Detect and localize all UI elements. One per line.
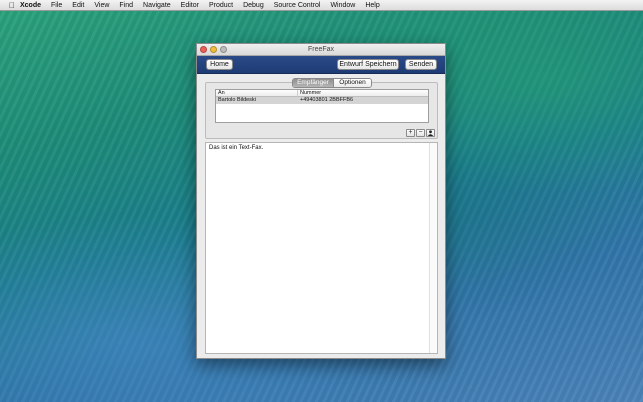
tab-recipients[interactable]: Empfänger xyxy=(293,79,333,87)
tab-options[interactable]: Optionen xyxy=(333,79,371,87)
menu-help[interactable]: Help xyxy=(365,2,379,9)
window-title: FreeFax xyxy=(307,46,335,53)
menu-file[interactable]: File xyxy=(51,2,62,9)
menu-navigate[interactable]: Navigate xyxy=(143,2,171,9)
menu-app-name[interactable]: Xcode xyxy=(20,2,41,9)
window-controls xyxy=(200,46,227,53)
fax-text-area[interactable]: Das ist ein Text-Fax. xyxy=(205,142,438,354)
send-button[interactable]: Senden xyxy=(405,59,437,70)
table-actions: + − xyxy=(406,129,435,137)
home-button[interactable]: Home xyxy=(206,59,233,70)
apple-icon[interactable]:  xyxy=(4,1,20,10)
zoom-icon[interactable] xyxy=(220,46,227,53)
person-icon xyxy=(427,130,434,136)
table-row[interactable]: Bartolo Bildeski +49403801 2BBFFB6 xyxy=(216,97,428,104)
menu-view[interactable]: View xyxy=(94,2,109,9)
tab-bar: Empfänger Optionen xyxy=(292,78,372,88)
menu-find[interactable]: Find xyxy=(119,2,133,9)
recipient-name: Bartolo Bildeski xyxy=(218,97,256,103)
fax-text: Das ist ein Text-Fax. xyxy=(209,145,264,151)
table-header: An Nummer xyxy=(216,90,428,97)
toolbar: Home Entwurf Speichern Senden xyxy=(197,56,445,74)
column-header-nummer[interactable]: Nummer xyxy=(298,90,428,96)
column-header-an[interactable]: An xyxy=(216,90,298,96)
menu-window[interactable]: Window xyxy=(330,2,355,9)
recipients-panel: Empfänger Optionen An Nummer Bartolo Bil… xyxy=(205,78,438,139)
menu-product[interactable]: Product xyxy=(209,2,233,9)
contacts-button[interactable] xyxy=(426,129,435,137)
freefax-window: FreeFax Home Entwurf Speichern Senden Em… xyxy=(196,43,446,359)
text-scrollbar[interactable] xyxy=(429,143,437,353)
menu-bar:  Xcode File Edit View Find Navigate Edi… xyxy=(0,0,643,11)
minimize-icon[interactable] xyxy=(210,46,217,53)
window-titlebar[interactable]: FreeFax xyxy=(197,44,445,56)
menu-debug[interactable]: Debug xyxy=(243,2,264,9)
recipient-number: +49403801 2BBFFB6 xyxy=(300,97,354,103)
add-recipient-button[interactable]: + xyxy=(406,129,415,137)
remove-recipient-button[interactable]: − xyxy=(416,129,425,137)
close-icon[interactable] xyxy=(200,46,207,53)
menu-source-control[interactable]: Source Control xyxy=(274,2,321,9)
recipients-table: An Nummer Bartolo Bildeski +49403801 2BB… xyxy=(215,89,429,123)
save-draft-button[interactable]: Entwurf Speichern xyxy=(337,59,399,70)
menu-edit[interactable]: Edit xyxy=(72,2,84,9)
menu-editor[interactable]: Editor xyxy=(181,2,199,9)
